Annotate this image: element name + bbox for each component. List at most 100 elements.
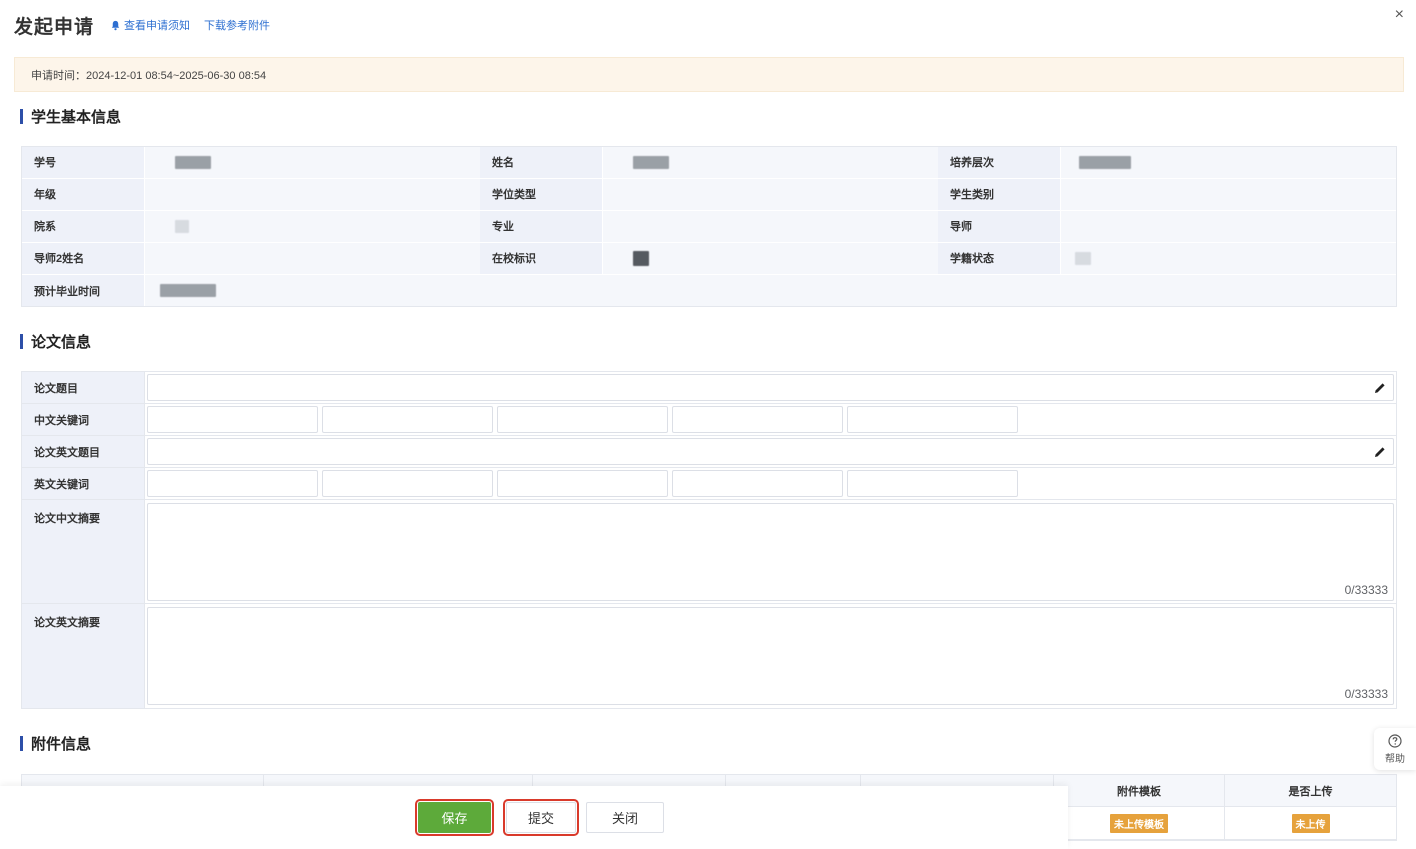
keyword-cn-input[interactable] [497,406,668,433]
label-department: 院系 [22,210,145,242]
submit-button[interactable]: 提交 [503,799,579,836]
title-en-input[interactable] [147,438,1394,465]
label-advisor2: 导师2姓名 [22,242,145,274]
value-degree-type [603,178,938,210]
label-title-cn: 论文题目 [22,372,145,403]
title-cn-input[interactable] [147,374,1394,401]
redacted-value [1075,251,1091,265]
value-department [145,210,480,242]
section-marker [20,333,23,349]
value-major [603,210,938,242]
redacted-value [175,155,211,169]
char-counter: 0/33333 [1344,582,1388,597]
keyword-en-input[interactable] [147,470,318,497]
question-icon [1388,733,1402,748]
dialog-header: 发起申请 查看申请须知 下载参考附件 [14,10,270,40]
view-notice-link[interactable]: 查看申请须知 [110,17,190,33]
form-row: 论文题目 [22,372,1396,404]
label-degree-type: 学位类型 [480,178,603,210]
bell-icon [111,20,120,30]
template-status-badge: 未上传模板 [1110,813,1168,833]
column-header-uploaded: 是否上传 [1288,785,1333,798]
section-title: 学生基本信息 [31,108,122,126]
template-cell: 未上传模板 [1054,807,1225,839]
section-attachments: 附件信息 [20,734,92,753]
value-level [1061,147,1396,178]
field-wrap [145,436,1396,467]
apply-dialog: 发起申请 查看申请须知 下载参考附件 × 申请时间：2024-12-01 08:… [0,0,1416,849]
info-row: 院系 专业 导师 [22,210,1396,243]
redacted-value [633,250,649,266]
uploaded-cell: 未上传 [1225,807,1396,839]
label-on-campus: 在校标识 [480,242,603,274]
label-grad-time: 预计毕业时间 [22,274,145,307]
column-header-template: 附件模板 [1054,775,1225,806]
abstract-en-textarea[interactable]: 0/33333 [147,607,1394,705]
section-marker [20,735,23,751]
value-status [1061,242,1396,274]
form-row: 英文关键词 [22,468,1396,500]
label-student-id: 学号 [22,147,145,178]
redacted-value [175,219,189,233]
close-button[interactable]: 关闭 [586,802,664,833]
pencil-icon[interactable] [1373,445,1387,459]
form-row: 论文英文摘要 0/33333 [22,604,1396,708]
section-title: 论文信息 [31,333,92,351]
download-attachment-link[interactable]: 下载参考附件 [204,17,270,33]
value-student-type [1061,178,1396,210]
value-advisor [1061,210,1396,242]
help-button[interactable]: 帮助 [1374,728,1416,770]
value-student-id [145,147,480,178]
section-title: 附件信息 [31,735,92,753]
field-wrap: 0/33333 [145,500,1396,603]
label-title-en: 论文英文题目 [22,436,145,467]
label-grade: 年级 [22,178,145,210]
field-wrap: 0/33333 [145,604,1396,708]
close-icon[interactable]: × [1395,6,1404,24]
info-row: 学号 姓名 培养层次 [22,147,1396,179]
pencil-icon[interactable] [1373,381,1387,395]
label-level: 培养层次 [938,147,1061,178]
value-grade [145,178,480,210]
keyword-cn-input[interactable] [147,406,318,433]
info-row: 预计毕业时间 [22,274,1396,307]
keyword-cn-input[interactable] [672,406,843,433]
help-label: 帮助 [1385,753,1405,765]
field-wrap [145,468,1396,499]
value-on-campus [603,242,938,274]
keyword-en-input[interactable] [672,470,843,497]
keyword-en-input[interactable] [847,470,1018,497]
view-notice-label: 查看申请须知 [124,20,191,32]
label-advisor: 导师 [938,210,1061,242]
redacted-value [160,284,216,297]
form-row: 论文英文题目 [22,436,1396,468]
field-wrap [145,372,1396,403]
upload-status-badge: 未上传 [1291,813,1330,833]
label-major: 专业 [480,210,603,242]
value-name [603,147,938,178]
label-status: 学籍状态 [938,242,1061,274]
keyword-en-input[interactable] [322,470,493,497]
section-basic-info: 学生基本信息 [20,107,122,126]
keyword-cn-input[interactable] [847,406,1018,433]
section-thesis-info: 论文信息 [20,332,92,351]
keyword-en-input[interactable] [497,470,668,497]
info-row: 导师2姓名 在校标识 学籍状态 [22,242,1396,275]
info-row: 年级 学位类型 学生类别 [22,178,1396,211]
label-student-type: 学生类别 [938,178,1061,210]
value-grad-time [145,274,1396,307]
basic-info-table: 学号 姓名 培养层次 年级 学位类型 学生类别 院系 专业 导师 导师2姓名 在 [21,146,1397,308]
label-name: 姓名 [480,147,603,178]
form-row: 论文中文摘要 0/33333 [22,500,1396,604]
field-wrap [145,404,1396,435]
keyword-cn-input[interactable] [322,406,493,433]
application-period-notice: 申请时间：2024-12-01 08:54~2025-06-30 08:54 [14,57,1404,92]
abstract-cn-textarea[interactable]: 0/33333 [147,502,1394,601]
label-keywords-cn: 中文关键词 [22,404,145,435]
dialog-title: 发起申请 [14,16,95,38]
save-button[interactable]: 保存 [415,799,494,836]
application-period-text: 申请时间：2024-12-01 08:54~2025-06-30 08:54 [31,69,267,82]
redacted-value [633,155,669,169]
redacted-value [1079,155,1131,169]
label-keywords-en: 英文关键词 [22,468,145,499]
